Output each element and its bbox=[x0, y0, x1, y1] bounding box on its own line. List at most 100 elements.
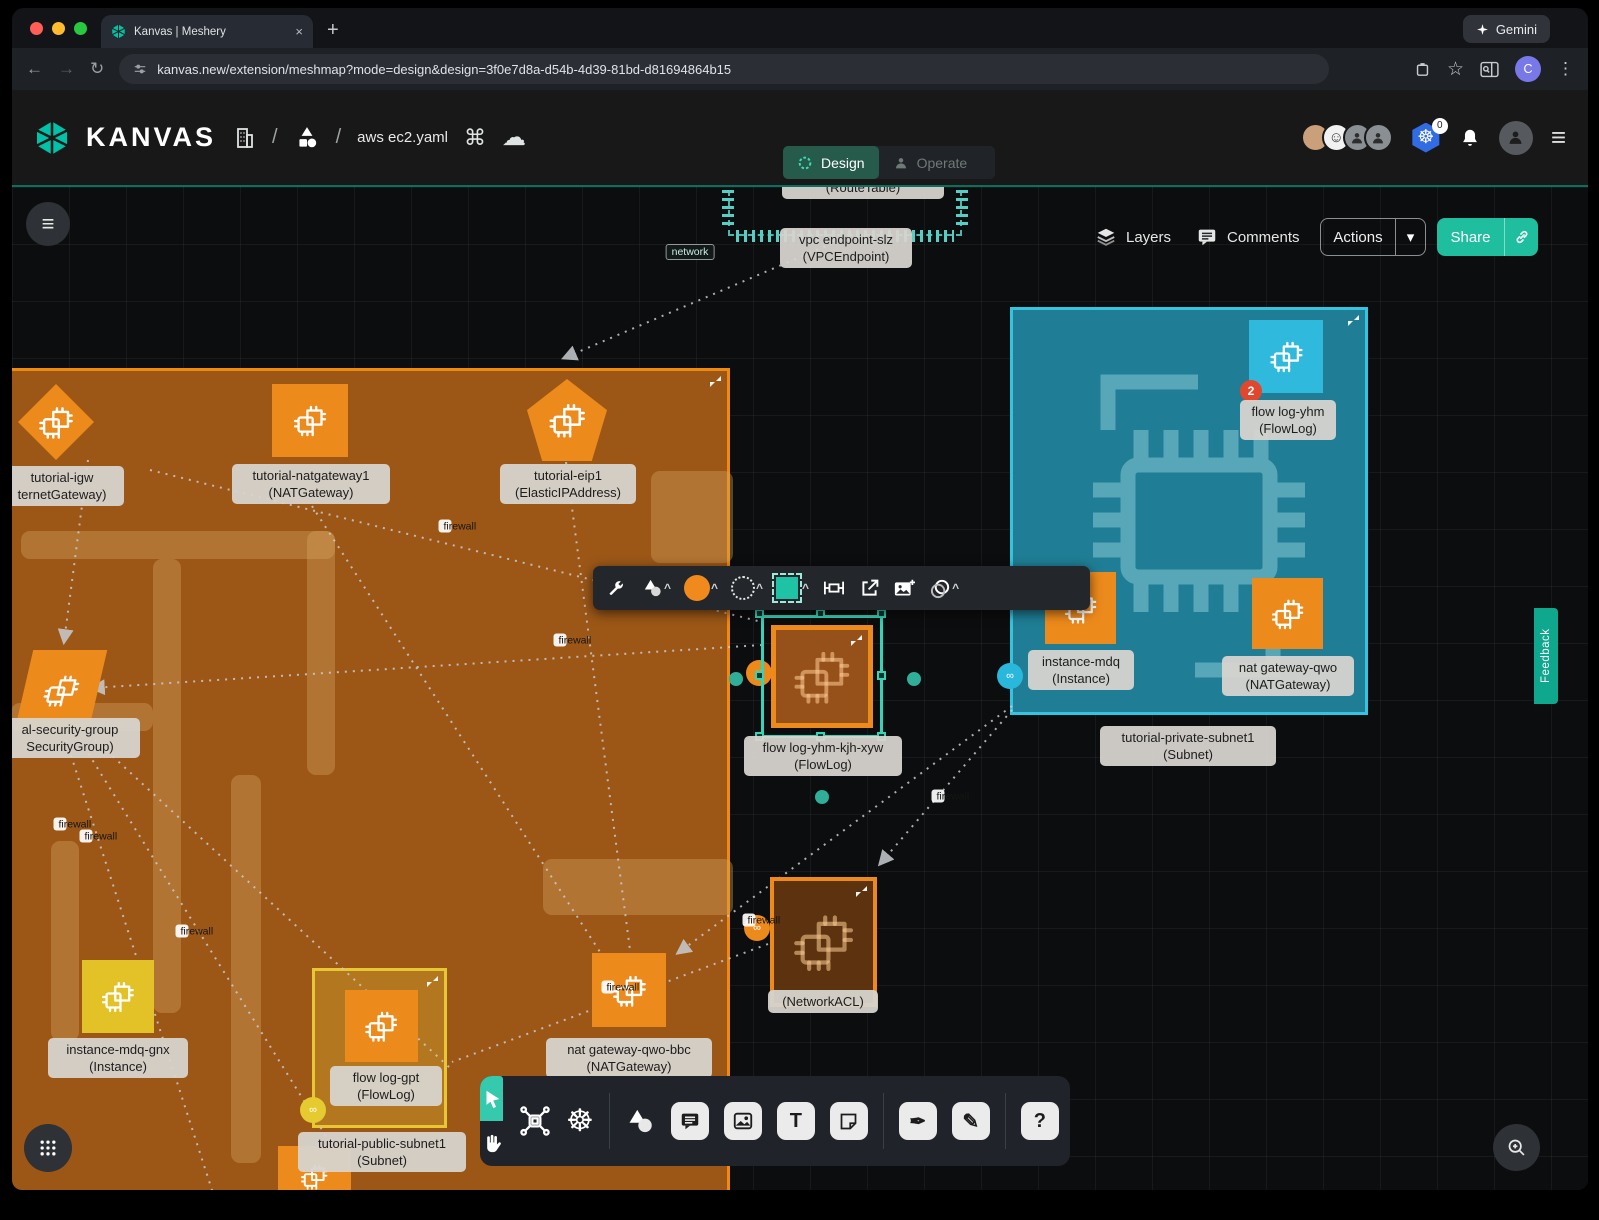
dock-divider bbox=[609, 1093, 610, 1149]
selection-handle[interactable] bbox=[755, 671, 764, 680]
back-button[interactable]: ← bbox=[26, 59, 43, 79]
collapse-icon[interactable] bbox=[1348, 315, 1359, 326]
zoom-button[interactable] bbox=[1493, 1124, 1540, 1171]
note-tool[interactable] bbox=[830, 1102, 868, 1140]
node-label: flow log-yhm-kjh-xyw (FlowLog) bbox=[744, 736, 902, 776]
chip-icon bbox=[97, 975, 139, 1017]
kubernetes-tool[interactable]: ☸ bbox=[566, 1103, 594, 1139]
operate-mode-icon bbox=[893, 155, 909, 171]
pencil-tool[interactable]: ✎ bbox=[952, 1102, 990, 1140]
minimize-window-button[interactable] bbox=[52, 22, 65, 35]
add-image-icon[interactable] bbox=[893, 578, 916, 599]
select-cursor-tool[interactable] bbox=[480, 1076, 503, 1121]
area-style-button[interactable]: ^ bbox=[776, 577, 809, 599]
browser-menu-icon[interactable]: ⋮ bbox=[1557, 59, 1574, 79]
node-flow-log-yhm[interactable]: 2 bbox=[1249, 320, 1323, 393]
node-label: al-security-group SecurityGroup) bbox=[12, 718, 140, 758]
selection-handle[interactable] bbox=[816, 609, 825, 618]
collapse-icon[interactable] bbox=[710, 376, 721, 387]
subnet-link-handle[interactable] bbox=[997, 663, 1023, 689]
selection-handle[interactable] bbox=[755, 609, 764, 618]
help-tool[interactable]: ? bbox=[1021, 1102, 1059, 1140]
connection-dot[interactable] bbox=[815, 790, 829, 804]
tab-strip: Kanvas | Meshery × + Gemini bbox=[12, 8, 1588, 48]
apps-grid-button[interactable] bbox=[24, 1124, 72, 1172]
fill-color-button[interactable]: ^ bbox=[684, 575, 718, 601]
cloud-sync-icon[interactable]: ☁ bbox=[502, 123, 526, 152]
save-icon[interactable] bbox=[1414, 61, 1431, 78]
count-badge: 2 bbox=[1240, 380, 1262, 402]
open-in-new-icon[interactable] bbox=[859, 578, 880, 599]
resize-width-icon[interactable] bbox=[822, 578, 846, 598]
new-tab-button[interactable]: + bbox=[327, 19, 339, 42]
node-label: nat gateway-qwo (NATGateway) bbox=[1222, 656, 1354, 696]
share-link-icon[interactable] bbox=[1504, 218, 1538, 256]
node-flow-log-gpt[interactable] bbox=[345, 990, 418, 1062]
actions-dropdown-icon[interactable]: ▾ bbox=[1395, 219, 1425, 255]
comment-tool[interactable] bbox=[671, 1102, 709, 1140]
chip-icon bbox=[360, 1005, 402, 1047]
node-label: tutorial-eip1 (ElasticIPAddress) bbox=[500, 464, 636, 504]
url-field[interactable]: kanvas.new/extension/meshmap?mode=design… bbox=[119, 54, 1329, 84]
reload-button[interactable]: ↻ bbox=[90, 59, 104, 79]
site-info-icon[interactable] bbox=[133, 62, 147, 76]
node-label: nat gateway-qwo-bbc (NATGateway) bbox=[546, 1038, 712, 1078]
bookmark-star-icon[interactable]: ☆ bbox=[1447, 58, 1464, 81]
node-instance-mdq-gnx[interactable] bbox=[82, 960, 154, 1033]
collaborator-avatar[interactable] bbox=[1364, 123, 1393, 152]
actions-button[interactable]: Actions ▾ bbox=[1320, 218, 1426, 256]
design-file-name[interactable]: aws ec2.yaml bbox=[357, 129, 448, 146]
forward-button[interactable]: → bbox=[58, 59, 75, 79]
chip-icon bbox=[1265, 335, 1308, 377]
collapse-icon[interactable] bbox=[427, 976, 438, 987]
layers-button[interactable]: Layers bbox=[1095, 226, 1171, 248]
lasso-tool-button[interactable]: ^ bbox=[929, 577, 959, 600]
tab-operate[interactable]: Operate bbox=[879, 146, 982, 179]
tools-wrench-icon[interactable] bbox=[607, 578, 628, 599]
connection-dot[interactable] bbox=[907, 672, 921, 686]
image-tool[interactable] bbox=[724, 1102, 762, 1140]
canvas-menu-button[interactable]: ≡ bbox=[26, 202, 70, 246]
notifications-bell-icon[interactable] bbox=[1459, 126, 1481, 150]
header-menu-icon[interactable]: ≡ bbox=[1551, 122, 1566, 153]
node-label: tutorial-igw ternetGateway) bbox=[12, 466, 124, 506]
share-button[interactable]: Share bbox=[1437, 218, 1538, 256]
tab-title: Kanvas | Meshery bbox=[134, 26, 287, 38]
browser-tab[interactable]: Kanvas | Meshery × bbox=[101, 15, 313, 48]
comments-button[interactable]: Comments bbox=[1196, 226, 1300, 248]
close-window-button[interactable] bbox=[30, 22, 43, 35]
collapse-icon[interactable] bbox=[856, 886, 867, 897]
tab-design[interactable]: Design bbox=[783, 146, 879, 179]
shortcuts-icon[interactable]: ⌘ bbox=[464, 125, 486, 151]
workspace-shapes-icon[interactable] bbox=[294, 125, 320, 151]
node-tutorial-natgateway1[interactable] bbox=[272, 384, 348, 457]
organization-icon[interactable] bbox=[232, 126, 256, 150]
selection-handle[interactable] bbox=[877, 671, 886, 680]
kubernetes-context-button[interactable]: ☸ 0 bbox=[1411, 123, 1441, 153]
actions-label: Actions bbox=[1321, 229, 1395, 246]
gemini-button[interactable]: Gemini bbox=[1463, 15, 1550, 43]
pan-hand-tool[interactable] bbox=[480, 1121, 503, 1166]
node-networkacl[interactable] bbox=[770, 877, 877, 1007]
stroke-style-button[interactable]: ^ bbox=[731, 576, 763, 600]
flowlog-gpt-link-handle[interactable] bbox=[300, 1097, 326, 1123]
shapes-tool[interactable] bbox=[625, 1106, 656, 1137]
sidebar-search-icon[interactable] bbox=[1480, 61, 1499, 78]
shapes-tool-button[interactable]: ^ bbox=[641, 577, 671, 600]
maximize-window-button[interactable] bbox=[74, 22, 87, 35]
user-avatar[interactable] bbox=[1499, 121, 1533, 155]
node-nat-gateway-qwo[interactable] bbox=[1252, 578, 1323, 649]
tab-close-icon[interactable]: × bbox=[295, 24, 303, 39]
kanvas-logo-icon[interactable] bbox=[34, 120, 70, 156]
text-tool[interactable]: T bbox=[777, 1102, 815, 1140]
pen-tool[interactable]: ✒ bbox=[899, 1102, 937, 1140]
gemini-label: Gemini bbox=[1496, 22, 1537, 37]
selection-handle[interactable] bbox=[877, 609, 886, 618]
component-tool[interactable] bbox=[519, 1105, 551, 1137]
design-canvas[interactable]: 2tutorial-igw ternetGateway)tutorial-nat… bbox=[12, 185, 1588, 1190]
kanvas-logo-text: KANVAS bbox=[86, 122, 216, 153]
layers-icon bbox=[1095, 226, 1117, 248]
feedback-tab[interactable]: Feedback bbox=[1534, 608, 1558, 704]
browser-profile-avatar[interactable]: C bbox=[1515, 56, 1541, 82]
connection-dot[interactable] bbox=[729, 672, 743, 686]
